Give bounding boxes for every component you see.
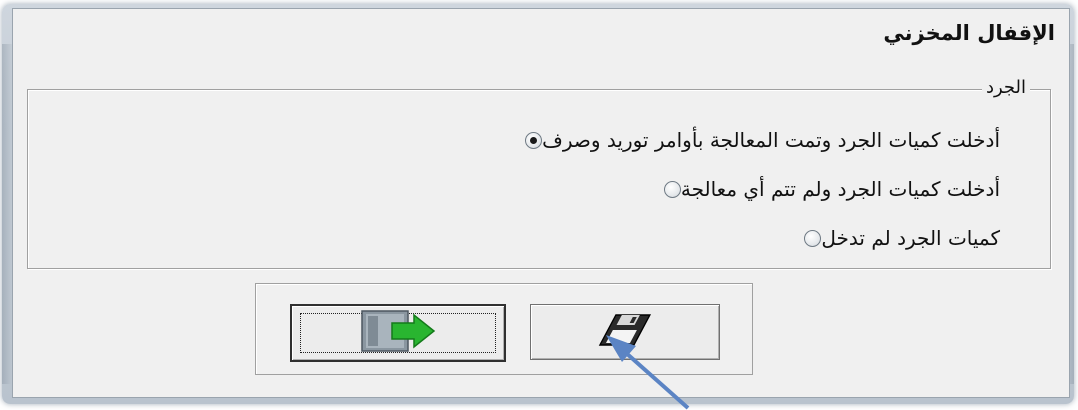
screenshot-stage: الإقفال المخزني الجرد أدخلت كميات الجرد … [0,0,1078,410]
radio-option-label: أدخلت كميات الجرد وتمت المعالجة بأوامر ت… [542,128,1000,152]
radio-option-not-processed[interactable]: أدخلت كميات الجرد ولم تتم أي معالجة [654,177,1000,201]
radio-option-not-entered[interactable]: كميات الجرد لم تدخل [794,226,1000,250]
exit-door-icon [358,309,438,357]
inventory-groupbox: الجرد أدخلت كميات الجرد وتمت المعالجة بأ… [27,77,1051,269]
dialog-title: الإقفال المخزني [883,21,1055,45]
dialog-content: الجرد أدخلت كميات الجرد وتمت المعالجة بأ… [13,65,1069,397]
action-button-panel [255,283,753,375]
floppy-disk-icon [598,311,652,353]
exit-button[interactable] [290,304,506,362]
radio-option-label: أدخلت كميات الجرد ولم تتم أي معالجة [680,177,1000,201]
save-button[interactable] [530,304,720,360]
radio-option-label: كميات الجرد لم تدخل [821,226,1000,250]
radio-button-icon[interactable] [804,229,822,247]
inventory-group-label: الجرد [981,77,1030,98]
radio-button-checked-icon[interactable] [525,131,543,149]
dialog-title-bar[interactable]: الإقفال المخزني [13,9,1069,63]
radio-button-icon[interactable] [663,180,681,198]
inventory-closing-dialog: الإقفال المخزني الجرد أدخلت كميات الجرد … [12,8,1070,398]
radio-option-processed[interactable]: أدخلت كميات الجرد وتمت المعالجة بأوامر ت… [515,128,1000,152]
